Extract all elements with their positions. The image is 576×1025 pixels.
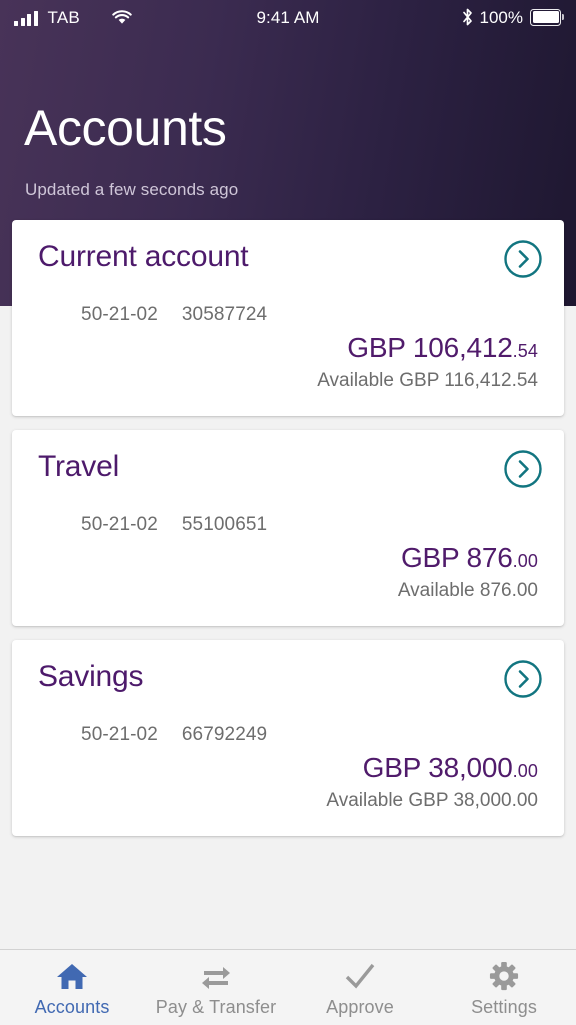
account-identifiers: 50-21-02 66792249 [38, 702, 267, 768]
sort-code: 50-21-02 [81, 724, 158, 745]
page-subtitle: Updated a few seconds ago [25, 180, 239, 199]
account-available: Available GBP 38,000.00 [326, 790, 538, 811]
tab-pay-and-transfer[interactable]: Pay & Transfer [144, 950, 288, 1025]
account-available: Available GBP 116,412.54 [317, 370, 538, 391]
account-name: Travel [38, 450, 120, 483]
balance-decimal: .00 [512, 761, 538, 781]
balance-main: GBP 876 [400, 542, 513, 573]
tab-approve[interactable]: Approve [288, 950, 432, 1025]
app-screen: TAB 9:41 AM 100% Accounts Updated a few … [0, 0, 576, 1025]
balance-decimal: .54 [512, 341, 538, 361]
tab-accounts[interactable]: Accounts [0, 950, 144, 1025]
tab-label: Settings [471, 997, 537, 1017]
account-card[interactable]: Current account 50-21-02 30587724 GBP 106… [12, 220, 564, 416]
gear-icon [487, 959, 521, 993]
bottom-tab-bar: Accounts Pay & Transfer Approve Settings [0, 949, 576, 1025]
status-bar-right: 100% [462, 8, 564, 26]
status-bar: TAB 9:41 AM 100% [0, 0, 576, 34]
account-card[interactable]: Travel 50-21-02 55100651 GBP 876.00 Avail… [12, 430, 564, 626]
account-number: 66792249 [181, 724, 268, 745]
sort-code: 50-21-02 [81, 514, 158, 535]
account-identifiers: 50-21-02 30587724 [38, 282, 267, 348]
tab-label: Approve [326, 997, 394, 1017]
battery-percent-label: 100% [479, 7, 523, 27]
chevron-right-circle-icon[interactable] [503, 659, 543, 699]
account-balance: GBP 106,412.54 [347, 332, 538, 367]
transfer-icon [199, 959, 233, 993]
account-identifiers: 50-21-02 55100651 [38, 492, 267, 558]
check-icon [343, 959, 377, 993]
bluetooth-icon [462, 8, 473, 26]
account-card[interactable]: Savings 50-21-02 66792249 GBP 38,000.00 A… [12, 640, 564, 836]
balance-main: GBP 38,000 [362, 752, 513, 783]
tab-label: Accounts [34, 997, 110, 1017]
tab-label: Pay & Transfer [155, 997, 277, 1017]
account-available: Available 876.00 [397, 580, 538, 601]
chevron-right-circle-icon[interactable] [503, 239, 543, 279]
chevron-right-circle-icon[interactable] [503, 449, 543, 489]
tab-settings[interactable]: Settings [432, 950, 576, 1025]
balance-decimal: .00 [512, 551, 538, 571]
account-number: 30587724 [181, 304, 268, 325]
balance-main: GBP 106,412 [347, 332, 513, 363]
account-balance: GBP 876.00 [401, 542, 538, 577]
account-name: Savings [38, 660, 144, 693]
page-title: Accounts [24, 100, 227, 156]
battery-full-icon [530, 8, 564, 26]
account-balance: GBP 38,000.00 [363, 752, 538, 787]
home-icon [55, 959, 89, 993]
account-name: Current account [38, 240, 249, 273]
account-number: 55100651 [181, 514, 268, 535]
sort-code: 50-21-02 [81, 304, 158, 325]
